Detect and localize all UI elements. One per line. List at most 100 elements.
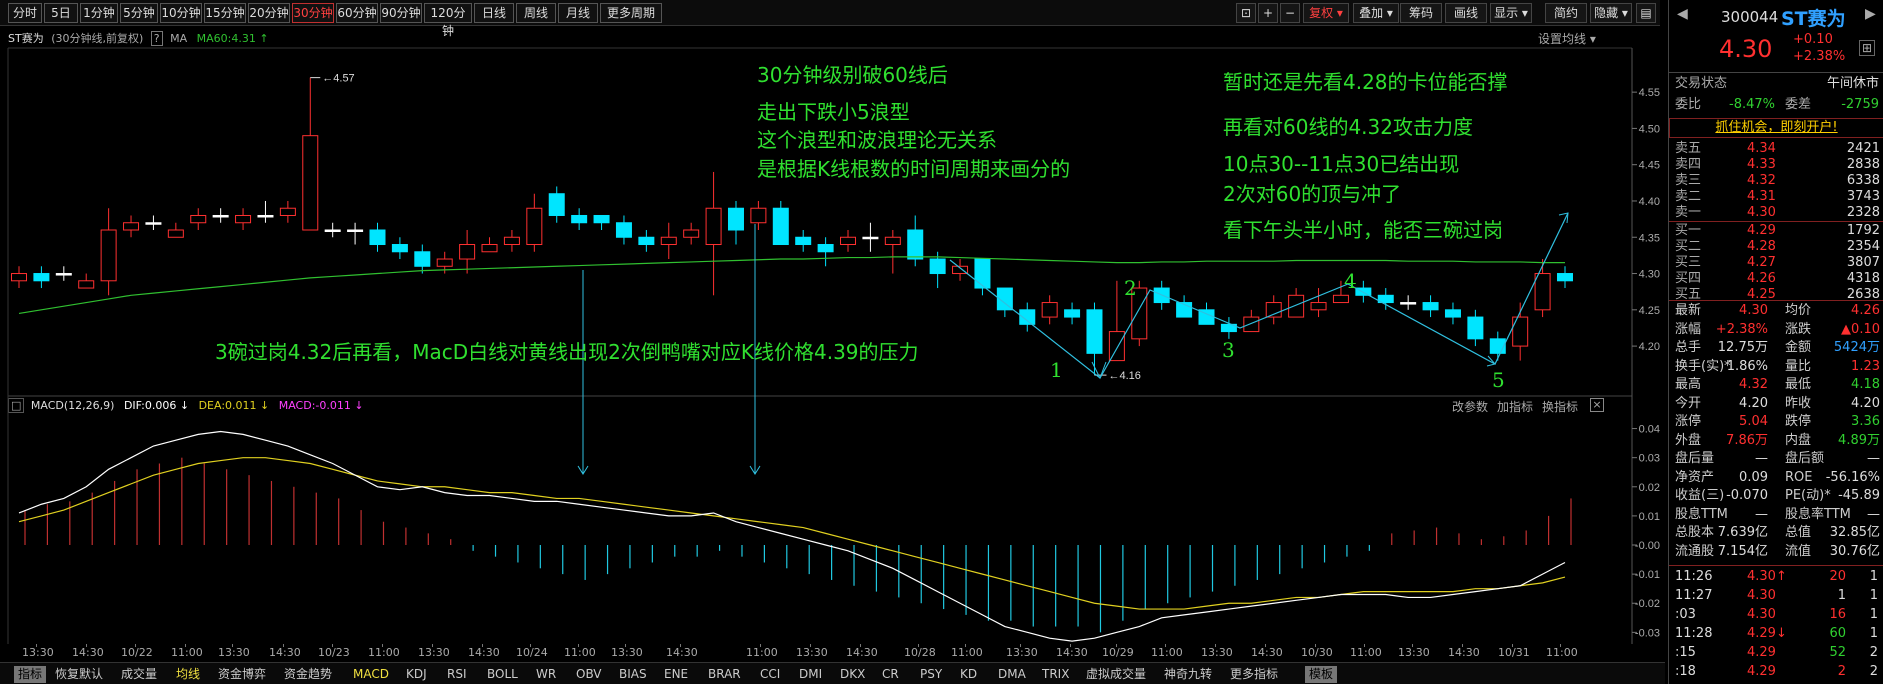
time-label: 13:30 — [1006, 646, 1038, 659]
stat-row: 涨停 5.04 跌停 3.36 — [1675, 414, 1880, 429]
expand-icon[interactable]: ⊞ — [1859, 40, 1876, 56]
period-button[interactable]: 60分钟 — [336, 3, 378, 23]
macd-panel[interactable]: □ MACD(12,26,9) DIF:0.006 ↓ DEA:0.011 ↓ … — [0, 394, 1665, 644]
open-account-promo[interactable]: 抓住机会，即刻开户! — [1669, 118, 1883, 138]
time-label: 14:30 — [846, 646, 878, 659]
indicator-tab[interactable]: BOLL — [487, 666, 518, 683]
annotation-text: 看下午头半小时，能否三碗过岗 — [1223, 218, 1503, 242]
indicator-tab[interactable]: OBV — [576, 666, 602, 683]
period-button[interactable]: 5日 — [44, 3, 78, 23]
annotation-text: 10点30--11点30已结出现 — [1223, 152, 1460, 176]
tool-button[interactable]: 复权 ▾ — [1303, 3, 1349, 23]
indicator-tab[interactable]: WR — [536, 666, 556, 683]
time-label: 11:00 — [746, 646, 778, 659]
period-button[interactable]: 10分钟 — [160, 3, 202, 23]
prev-stock-icon[interactable]: ◀ — [1677, 6, 1688, 22]
indicator-tab[interactable]: 均线 — [176, 666, 200, 683]
indicator-tab[interactable]: BIAS — [619, 666, 647, 683]
time-tick — [578, 644, 579, 647]
time-label: 13:30 — [22, 646, 54, 659]
period-button[interactable]: 周线 — [516, 3, 556, 23]
high-label: ←4.57 — [322, 73, 354, 85]
stat-row: 股息TTM — 股息率TTM — — [1675, 506, 1880, 522]
candle-body — [817, 244, 834, 253]
time-tick — [1364, 644, 1365, 647]
stock-code: 300044 — [1721, 8, 1779, 26]
period-button[interactable]: 30分钟 — [292, 3, 334, 23]
price-tick: 4.50 — [1639, 123, 1660, 135]
candle-body — [571, 214, 588, 224]
period-toolbar: 分时 5日 1分钟 5分钟 10分钟 15分钟 20分钟 30分钟 60分钟 90分钟 120分钟日… — [0, 0, 1660, 38]
kline-chart[interactable]: ST赛为 (30分钟线,前复权) ? MA MA60:4.31 ↑ 设置均线 ▾… — [0, 26, 1665, 394]
indicator-tab[interactable]: KDJ — [406, 666, 427, 683]
price-tick: 4.20 — [1639, 341, 1660, 353]
indicator-tab[interactable]: 模板 — [1305, 666, 1338, 683]
tool-button[interactable]: 叠加 ▾ — [1353, 3, 1399, 23]
period-button[interactable]: 月线 — [558, 3, 598, 23]
indicator-tab[interactable]: 资金博弈 — [218, 666, 266, 683]
tool-button[interactable]: 画线 — [1445, 3, 1487, 23]
indicator-tab[interactable]: 恢复默认 — [55, 666, 103, 683]
indicator-tab[interactable]: CR — [882, 666, 899, 683]
indicator-tab[interactable]: 更多指标 — [1230, 666, 1278, 683]
candle-body — [1444, 309, 1461, 318]
candle-body — [279, 207, 296, 216]
time-tick — [1215, 644, 1216, 647]
period-button[interactable]: 120分钟 — [424, 3, 472, 38]
indicator-tab[interactable]: DMA — [998, 666, 1026, 683]
candle-body — [907, 229, 924, 260]
annotation-text: 2次对60的顶与冲了 — [1223, 182, 1402, 206]
indicator-tab[interactable]: DKX — [840, 666, 865, 683]
time-label: 14:30 — [1448, 646, 1480, 659]
period-button[interactable]: 15分钟 — [204, 3, 246, 23]
period-button[interactable]: 5分钟 — [120, 3, 158, 23]
candle-body — [481, 244, 498, 253]
time-tick — [530, 644, 531, 647]
tool-button[interactable]: 简约 — [1545, 3, 1587, 23]
zoom-in-icon[interactable]: + — [1258, 3, 1278, 23]
indicator-tab[interactable]: 神奇九转 — [1164, 666, 1212, 683]
last-price: 4.30 — [1719, 35, 1773, 63]
indicator-tab[interactable]: TRIX — [1042, 666, 1069, 683]
macd-tick: 0.01 — [1639, 511, 1660, 523]
stock-stats: 最新 4.30 均价 4.26 涨幅 +2.38% 涨跌 ▲0.10 总手 12.75万 金额 542… — [1669, 300, 1883, 565]
indicator-tab[interactable]: 成交量 — [121, 666, 157, 683]
indicator-tab[interactable]: 虚拟成交量 — [1086, 666, 1146, 683]
time-tick — [135, 644, 136, 647]
period-button[interactable]: 1分钟 — [80, 3, 118, 23]
wave-label-5: 5 — [1492, 368, 1505, 392]
tool-button[interactable]: 隐藏 ▾ — [1590, 3, 1632, 23]
sell-level[interactable]: 卖一 4.30 2328 — [1673, 204, 1880, 222]
period-button[interactable]: 更多周期 — [600, 3, 662, 23]
indicator-tab[interactable]: BRAR — [708, 666, 741, 683]
candle-body — [33, 273, 50, 282]
time-label: 14:30 — [468, 646, 500, 659]
period-button[interactable]: 分时 — [8, 3, 42, 23]
time-tick — [1165, 644, 1166, 647]
indicator-tab[interactable]: PSY — [920, 666, 942, 683]
period-button[interactable]: 90分钟 — [380, 3, 422, 23]
tool-button[interactable]: 显示 ▾ — [1490, 3, 1532, 23]
indicator-tab[interactable]: DMI — [799, 666, 822, 683]
indicator-tab[interactable]: 指标 — [14, 666, 47, 683]
next-stock-icon[interactable]: ▶ — [1865, 6, 1876, 22]
lock-icon[interactable]: ⊡ — [1236, 3, 1256, 23]
time-label: 14:30 — [1056, 646, 1088, 659]
candle-body — [436, 258, 453, 267]
indicator-tab[interactable]: RSI — [447, 666, 467, 683]
candle-body — [347, 229, 364, 232]
indicator-tab[interactable]: 资金趋势 — [284, 666, 332, 683]
period-button[interactable]: 日线 — [474, 3, 514, 23]
indicator-tab[interactable]: CCI — [760, 666, 780, 683]
indicator-tab[interactable]: ENE — [664, 666, 688, 683]
settings-icon[interactable]: ▤ — [1636, 3, 1656, 23]
indicator-tab[interactable]: MACD — [353, 666, 389, 683]
period-button[interactable]: 20分钟 — [248, 3, 290, 23]
candle-body — [167, 229, 184, 238]
candle-body — [593, 214, 610, 224]
candle-body — [862, 236, 879, 240]
zoom-out-icon[interactable]: − — [1280, 3, 1300, 23]
tool-button[interactable]: 筹码 — [1400, 3, 1442, 23]
indicator-tab[interactable]: KD — [960, 666, 977, 683]
tick-row: :03 4.30 16 1 — [1675, 607, 1878, 622]
